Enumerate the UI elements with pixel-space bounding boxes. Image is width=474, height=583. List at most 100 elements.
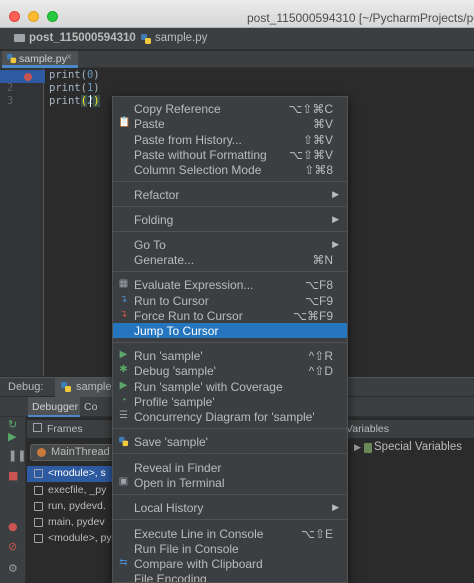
stop-icon[interactable]: ■ [8,470,18,482]
tab-sample-py[interactable]: sample.py × [2,51,78,68]
menu-item-open-in-terminal[interactable]: ▣ Open in Terminal [113,475,347,490]
menu-separator [113,181,347,182]
menu-item-shortcut: ⌥⇧⌘V [289,148,333,162]
code-token: print( [49,69,87,81]
menu-item-label: Run to Cursor [134,294,209,308]
thread-selector[interactable]: MainThread [30,444,114,461]
breakpoint-icon[interactable] [24,73,32,81]
tab-debugger[interactable]: Debugger [28,397,80,417]
submenu-arrow-icon: ▶ [332,189,339,199]
resume-icon[interactable]: ▶ [8,431,16,443]
frame-row[interactable]: <module>, py [27,531,117,547]
menu-item-column-selection-mode[interactable]: Column Selection Mode ⇧⌘8 [113,162,347,177]
menu-item-evaluate-expression[interactable]: ▦ Evaluate Expression... ⌥F8 [113,277,347,292]
code-token: print [49,95,81,107]
settings-icon[interactable]: ⚙ [8,563,18,575]
frame-icon [34,469,43,478]
variables-title: Variables [346,423,389,435]
minimize-window-button[interactable] [28,11,39,22]
breadcrumb-file[interactable]: sample.py [155,32,207,44]
submenu-arrow-icon: ▶ [332,214,339,224]
code-token: print( [49,82,87,94]
folder-icon [14,34,25,42]
thread-icon [37,448,46,457]
menu-item-label: Paste without Formatting [134,148,267,162]
menu-item-local-history[interactable]: Local History ▶ [113,500,347,515]
code-line[interactable]: print(1) [49,82,100,95]
text-caret [90,95,91,107]
variable-label: Special Variables [374,441,463,453]
mute-breakpoints-icon[interactable]: ⊘ [8,541,17,553]
menu-item-refactor[interactable]: Refactor ▶ [113,187,347,202]
menu-separator [113,453,347,454]
menu-item-shortcut: ⌥⇧E [301,527,333,541]
menu-item-run-sample[interactable]: ▶ Run 'sample' ^⇧R [113,348,347,363]
code-line[interactable]: print(0) [49,69,100,82]
menu-item-jump-to-cursor[interactable]: Jump To Cursor [113,323,347,338]
menu-separator [113,206,347,207]
menu-separator [113,519,347,520]
python-icon [61,382,71,392]
menu-item-generate[interactable]: Generate... ⌘N [113,252,347,267]
frame-row[interactable]: execfile, _py [27,483,117,499]
zoom-window-button[interactable] [47,11,58,22]
frame-label: run, pydevd. [48,500,106,512]
menu-item-reveal-in-finder[interactable]: Reveal in Finder [113,460,347,475]
menu-item-profile-sample[interactable]: ◔ Profile 'sample' [113,394,347,409]
debug-label: Debug: [8,381,44,393]
menu-item-run-with-coverage[interactable]: ▶ Run 'sample' with Coverage [113,379,347,394]
menu-item-shortcut: ⌘V [312,117,333,131]
menu-item-shortcut: ⇧⌘8 [304,163,333,177]
editor-context-menu: Copy Reference ⌥⇧⌘C 📋 Paste ⌘V Paste fro… [112,96,348,583]
concurrency-icon: ☰ [119,410,128,421]
menu-item-label: Generate... [134,253,195,267]
tab-console[interactable]: Co [84,401,97,413]
menu-item-concurrency-diagram[interactable]: ☰ Concurrency Diagram for 'sample' [113,409,347,424]
pause-icon[interactable]: ❚❚ [8,450,26,462]
menu-item-copy-reference[interactable]: Copy Reference ⌥⇧⌘C [113,101,347,116]
editor-gutter[interactable]: 1 2 3 [0,68,44,376]
menu-item-compare-with-clipboard[interactable]: ⇆ Compare with Clipboard [113,556,347,571]
menu-item-folding[interactable]: Folding ▶ [113,212,347,227]
menu-item-run-to-cursor[interactable]: ↴ Run to Cursor ⌥F9 [113,293,347,308]
menu-item-force-run-to-cursor[interactable]: ↴ Force Run to Cursor ⌥⌘F9 [113,308,347,323]
python-file-icon [6,53,17,64]
close-window-button[interactable] [9,11,20,22]
menu-item-shortcut: ^⇧R [308,349,333,363]
view-breakpoints-icon[interactable]: ● [8,521,18,533]
code-token: ) [93,69,100,81]
variable-row[interactable]: ▶ Special Variables [350,441,474,457]
debug-config-name[interactable]: sample [76,381,111,393]
menu-item-execute-line-in-console[interactable]: Execute Line in Console ⌥⇧E [113,526,347,541]
terminal-icon: ▣ [118,476,129,487]
menu-item-label: Run 'sample' with Coverage [134,380,283,394]
run-icon: ▶ [119,349,128,360]
brace-match: ) [93,95,100,107]
menu-item-paste[interactable]: 📋 Paste ⌘V [113,116,347,131]
menu-separator [113,342,347,343]
menu-separator [113,428,347,429]
menu-item-save-sample[interactable]: Save 'sample' [113,434,347,449]
variables-header: Variables [346,420,474,438]
menu-item-run-file-in-console[interactable]: Run File in Console [113,541,347,556]
code-line[interactable]: print(2) [49,95,100,108]
menu-item-file-encoding[interactable]: File Encoding [113,571,347,582]
frame-icon [34,486,43,495]
tab-label: sample.py [19,53,67,65]
coverage-icon: ▶ [119,380,128,391]
submenu-arrow-icon: ▶ [332,502,339,512]
frame-label: execfile, _py [48,484,107,496]
close-icon[interactable]: × [66,52,72,63]
frame-row[interactable]: main, pydev [27,515,117,531]
force-run-to-cursor-icon: ↴ [119,309,128,320]
menu-item-paste-without-formatting[interactable]: Paste without Formatting ⌥⇧⌘V [113,147,347,162]
breadcrumb-project[interactable]: post_115000594310 [29,32,136,44]
expand-arrow-icon[interactable]: ▶ [354,442,361,453]
menu-item-paste-from-history[interactable]: Paste from History... ⇧⌘V [113,132,347,147]
frame-row[interactable]: run, pydevd. [27,499,117,515]
frame-row[interactable]: <module>, s [27,466,117,482]
code-token: ) [93,82,100,94]
menu-separator [113,271,347,272]
menu-item-debug-sample[interactable]: ✱ Debug 'sample' ^⇧D [113,363,347,378]
menu-item-go-to[interactable]: Go To ▶ [113,237,347,252]
